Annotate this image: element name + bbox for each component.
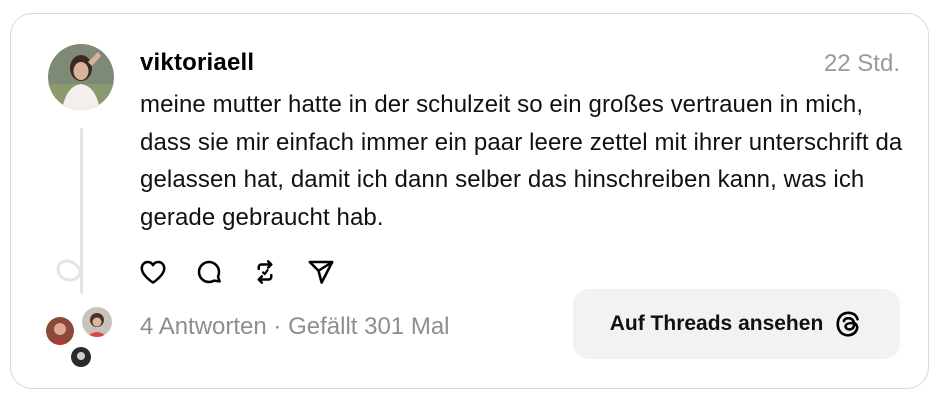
open-in-threads-button[interactable]: Auf Threads ansehen <box>573 289 900 359</box>
post-timestamp: 22 Std. <box>823 50 900 77</box>
author-avatar[interactable] <box>48 44 114 110</box>
repost-button[interactable] <box>250 257 280 287</box>
replier-avatar <box>69 345 93 369</box>
post-actions <box>138 257 362 287</box>
open-in-threads-label: Auf Threads ansehen <box>609 312 824 335</box>
author-username[interactable]: viktoriaell <box>140 49 254 77</box>
likes-count-link[interactable]: Gefällt 301 Mal <box>288 313 449 340</box>
replier-avatar <box>80 305 114 339</box>
share-button[interactable] <box>306 257 336 287</box>
replies-count-link[interactable]: 4 Antworten <box>140 313 267 340</box>
stats-separator: · <box>266 313 289 340</box>
replier-avatar <box>44 315 76 347</box>
post-stats: 4 Antworten · Gefällt 301 Mal <box>140 313 450 341</box>
heart-icon <box>140 260 166 284</box>
thread-loop-icon <box>56 252 83 292</box>
comment-icon <box>197 260 221 284</box>
post-text: meine mutter hatte in der schulzeit so e… <box>140 91 903 231</box>
threads-logo-icon <box>836 311 860 337</box>
reply-button[interactable] <box>194 257 224 287</box>
replier-avatars[interactable] <box>44 305 116 369</box>
like-button[interactable] <box>138 257 168 287</box>
send-icon <box>308 260 334 284</box>
repost-icon <box>257 260 273 284</box>
